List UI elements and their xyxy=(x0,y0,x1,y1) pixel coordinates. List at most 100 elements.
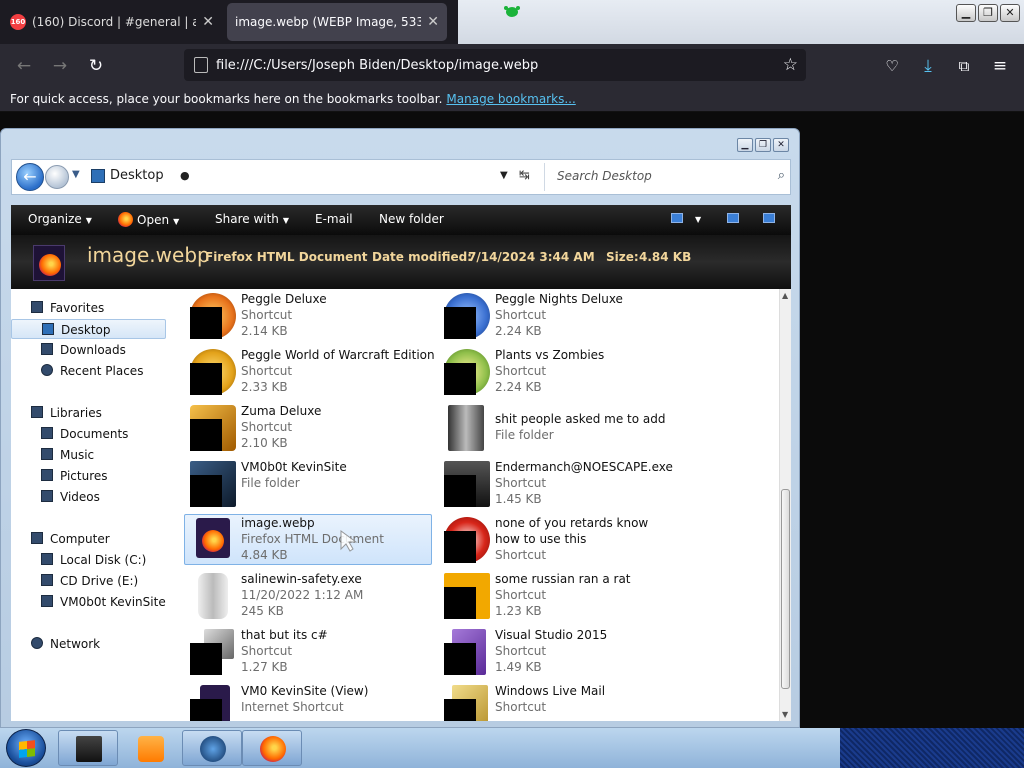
tab-title: image.webp (WEBP Image, 533 × 4 xyxy=(235,15,422,29)
file-none-of-you[interactable]: none of you retards know how to use this… xyxy=(439,515,679,563)
nav-videos[interactable]: Videos xyxy=(41,487,100,507)
history-dropdown-icon[interactable]: ▼ xyxy=(72,169,80,180)
desktop-wallpaper-strip xyxy=(840,728,1024,768)
file-list-scrollbar[interactable]: ▲ ▼ xyxy=(779,289,791,721)
file-type: Shortcut xyxy=(495,548,547,562)
search-icon[interactable]: ⌕ xyxy=(778,168,785,183)
details-size-label: Size: xyxy=(606,250,639,264)
file-name: Plants vs Zombies xyxy=(495,348,605,362)
globe-icon[interactable] xyxy=(182,730,242,766)
share-with-button[interactable]: Share with ▼ xyxy=(215,212,289,226)
file-shit-people-asked[interactable]: shit people asked me to add File folder xyxy=(439,403,687,451)
back-arrow-icon[interactable]: ← xyxy=(16,163,44,191)
command-bar: Organize ▼ Open ▼ Share with ▼ E-mail New f… xyxy=(11,205,791,235)
browser-tab-strip: 160 (160) Discord | #general | asdaa ✕ i… xyxy=(0,0,1024,44)
nav-computer[interactable]: Computer xyxy=(31,529,110,549)
scroll-down-icon[interactable]: ▼ xyxy=(782,710,788,719)
nav-vm0b0t-kevinsite[interactable]: VM0b0t KevinSite xyxy=(41,592,166,612)
nav-libraries[interactable]: Libraries xyxy=(31,403,102,423)
file-size: 1.49 KB xyxy=(495,660,542,674)
file-endermanch-noescape[interactable]: Endermanch@NOESCAPE.exe Shortcut 1.45 KB xyxy=(439,459,687,507)
file-salinewin[interactable]: salinewin-safety.exe 11/20/2022 1:12 AM 24… xyxy=(185,571,433,619)
file-plants-vs-zombies[interactable]: Plants vs Zombies Shortcut 2.24 KB xyxy=(439,347,687,395)
explorer-app-icon[interactable] xyxy=(58,730,118,766)
redaction-box xyxy=(444,475,476,507)
details-file-name: image.webp xyxy=(87,243,210,267)
address-dropdown-icon[interactable]: ▼ xyxy=(500,170,508,181)
file-date: 11/20/2022 1:12 AM xyxy=(241,588,364,602)
minimize-icon[interactable]: ▁ xyxy=(737,138,753,152)
tab-image-webp[interactable]: image.webp (WEBP Image, 533 × 4 ✕ xyxy=(227,3,447,41)
file-vm0-kevinsite-view[interactable]: VM0 KevinSite (View) Internet Shortcut xyxy=(185,683,433,721)
maximize-icon[interactable]: ❐ xyxy=(755,138,771,152)
reload-icon[interactable]: ↻ xyxy=(84,54,108,78)
scrollbar-thumb[interactable] xyxy=(781,489,790,689)
tab-discord[interactable]: 160 (160) Discord | #general | asdaa ✕ xyxy=(2,3,222,41)
breadcrumb[interactable]: Desktop xyxy=(110,168,164,183)
file-vm0b0t-kevinsite[interactable]: VM0b0t KevinSite File folder xyxy=(185,459,433,507)
breadcrumb-separator-icon: ● xyxy=(180,169,190,182)
folder-icon xyxy=(91,169,105,183)
file-type: Shortcut xyxy=(495,364,547,378)
file-that-but-its-csharp[interactable]: that but its c# Shortcut 1.27 KB xyxy=(185,627,433,675)
file-peggle-nights[interactable]: Peggle Nights Deluxe Shortcut 2.24 KB xyxy=(439,291,687,339)
organize-button[interactable]: Organize ▼ xyxy=(28,212,92,226)
file-some-russian[interactable]: some russian ran a rat Shortcut 1.23 KB xyxy=(439,571,687,619)
scroll-up-icon[interactable]: ▲ xyxy=(782,291,788,300)
file-visual-studio-2015[interactable]: Visual Studio 2015 Shortcut 1.49 KB xyxy=(439,627,687,675)
close-tab-icon[interactable]: ✕ xyxy=(202,14,214,30)
refresh-icon[interactable]: ↹ xyxy=(519,168,530,183)
new-folder-button[interactable]: New folder xyxy=(379,212,444,226)
email-button[interactable]: E-mail xyxy=(315,212,353,226)
file-zuma-deluxe[interactable]: Zuma Deluxe Shortcut 2.10 KB xyxy=(185,403,433,451)
close-window-icon[interactable]: ✕ xyxy=(1000,4,1020,22)
nav-network[interactable]: Network xyxy=(31,634,100,654)
file-image-webp[interactable]: image.webp Firefox HTML Document 4.84 KB xyxy=(184,514,432,565)
url-text[interactable]: file:///C:/Users/Joseph Biden/Desktop/im… xyxy=(216,58,783,73)
close-icon[interactable]: ✕ xyxy=(773,138,789,152)
file-name: Peggle Nights Deluxe xyxy=(495,292,623,306)
redaction-box xyxy=(190,699,222,721)
details-size-value: 4.84 KB xyxy=(639,250,692,264)
open-button[interactable]: Open ▼ xyxy=(118,212,179,227)
nav-pictures[interactable]: Pictures xyxy=(41,466,108,486)
menu-icon[interactable]: ≡ xyxy=(988,54,1012,78)
firefox-icon[interactable] xyxy=(242,730,302,766)
start-button-windows-icon[interactable] xyxy=(6,729,46,767)
file-peggle-wow[interactable]: Peggle World of Warcraft Edition Shortcut… xyxy=(185,347,435,395)
downloads-icon[interactable]: ⤓ xyxy=(916,54,940,78)
change-view-icon[interactable] xyxy=(671,213,683,223)
file-peggle-deluxe[interactable]: Peggle Deluxe Shortcut 2.14 KB xyxy=(185,291,433,339)
search-box[interactable]: Search Desktop ⌕ xyxy=(544,163,789,191)
nav-cd-drive[interactable]: CD Drive (E:) xyxy=(41,571,138,591)
forward-arrow-icon[interactable] xyxy=(45,165,69,189)
extensions-icon[interactable]: ⧉ xyxy=(952,54,976,78)
preview-pane-icon[interactable] xyxy=(727,213,739,223)
file-windows-live-mail[interactable]: Windows Live Mail Shortcut xyxy=(439,683,687,721)
details-pane: image.webp Firefox HTML Document Date mo… xyxy=(11,235,791,289)
nav-recent-places[interactable]: Recent Places xyxy=(41,361,143,381)
browser-nav-bar: ← → ↻ file:///C:/Users/Joseph Biden/Desk… xyxy=(0,44,1024,86)
url-bar[interactable]: file:///C:/Users/Joseph Biden/Desktop/im… xyxy=(184,49,806,81)
media-player-icon[interactable] xyxy=(120,730,180,766)
nav-desktop[interactable]: Desktop xyxy=(11,319,166,339)
bookmark-star-icon[interactable]: ☆ xyxy=(783,55,798,75)
redaction-box xyxy=(190,475,222,507)
maximize-icon[interactable]: ❐ xyxy=(978,4,998,22)
forward-icon[interactable]: → xyxy=(48,54,72,78)
nav-music[interactable]: Music xyxy=(41,445,94,465)
pocket-icon[interactable]: ♡ xyxy=(880,54,904,78)
file-type: Shortcut xyxy=(241,364,293,378)
manage-bookmarks-link[interactable]: Manage bookmarks... xyxy=(446,92,575,106)
firefox-document-icon xyxy=(33,245,65,281)
nav-documents[interactable]: Documents xyxy=(41,424,128,444)
nav-downloads[interactable]: Downloads xyxy=(41,340,126,360)
help-icon[interactable] xyxy=(763,213,775,223)
nav-local-disk[interactable]: Local Disk (C:) xyxy=(41,550,146,570)
minimize-icon[interactable]: ▁ xyxy=(956,4,976,22)
back-icon[interactable]: ← xyxy=(12,54,36,78)
nav-favorites[interactable]: Favorites xyxy=(31,298,104,318)
mouse-cursor-icon xyxy=(340,530,358,552)
view-dropdown-icon[interactable]: ▼ xyxy=(695,215,701,224)
close-tab-icon[interactable]: ✕ xyxy=(427,14,439,30)
